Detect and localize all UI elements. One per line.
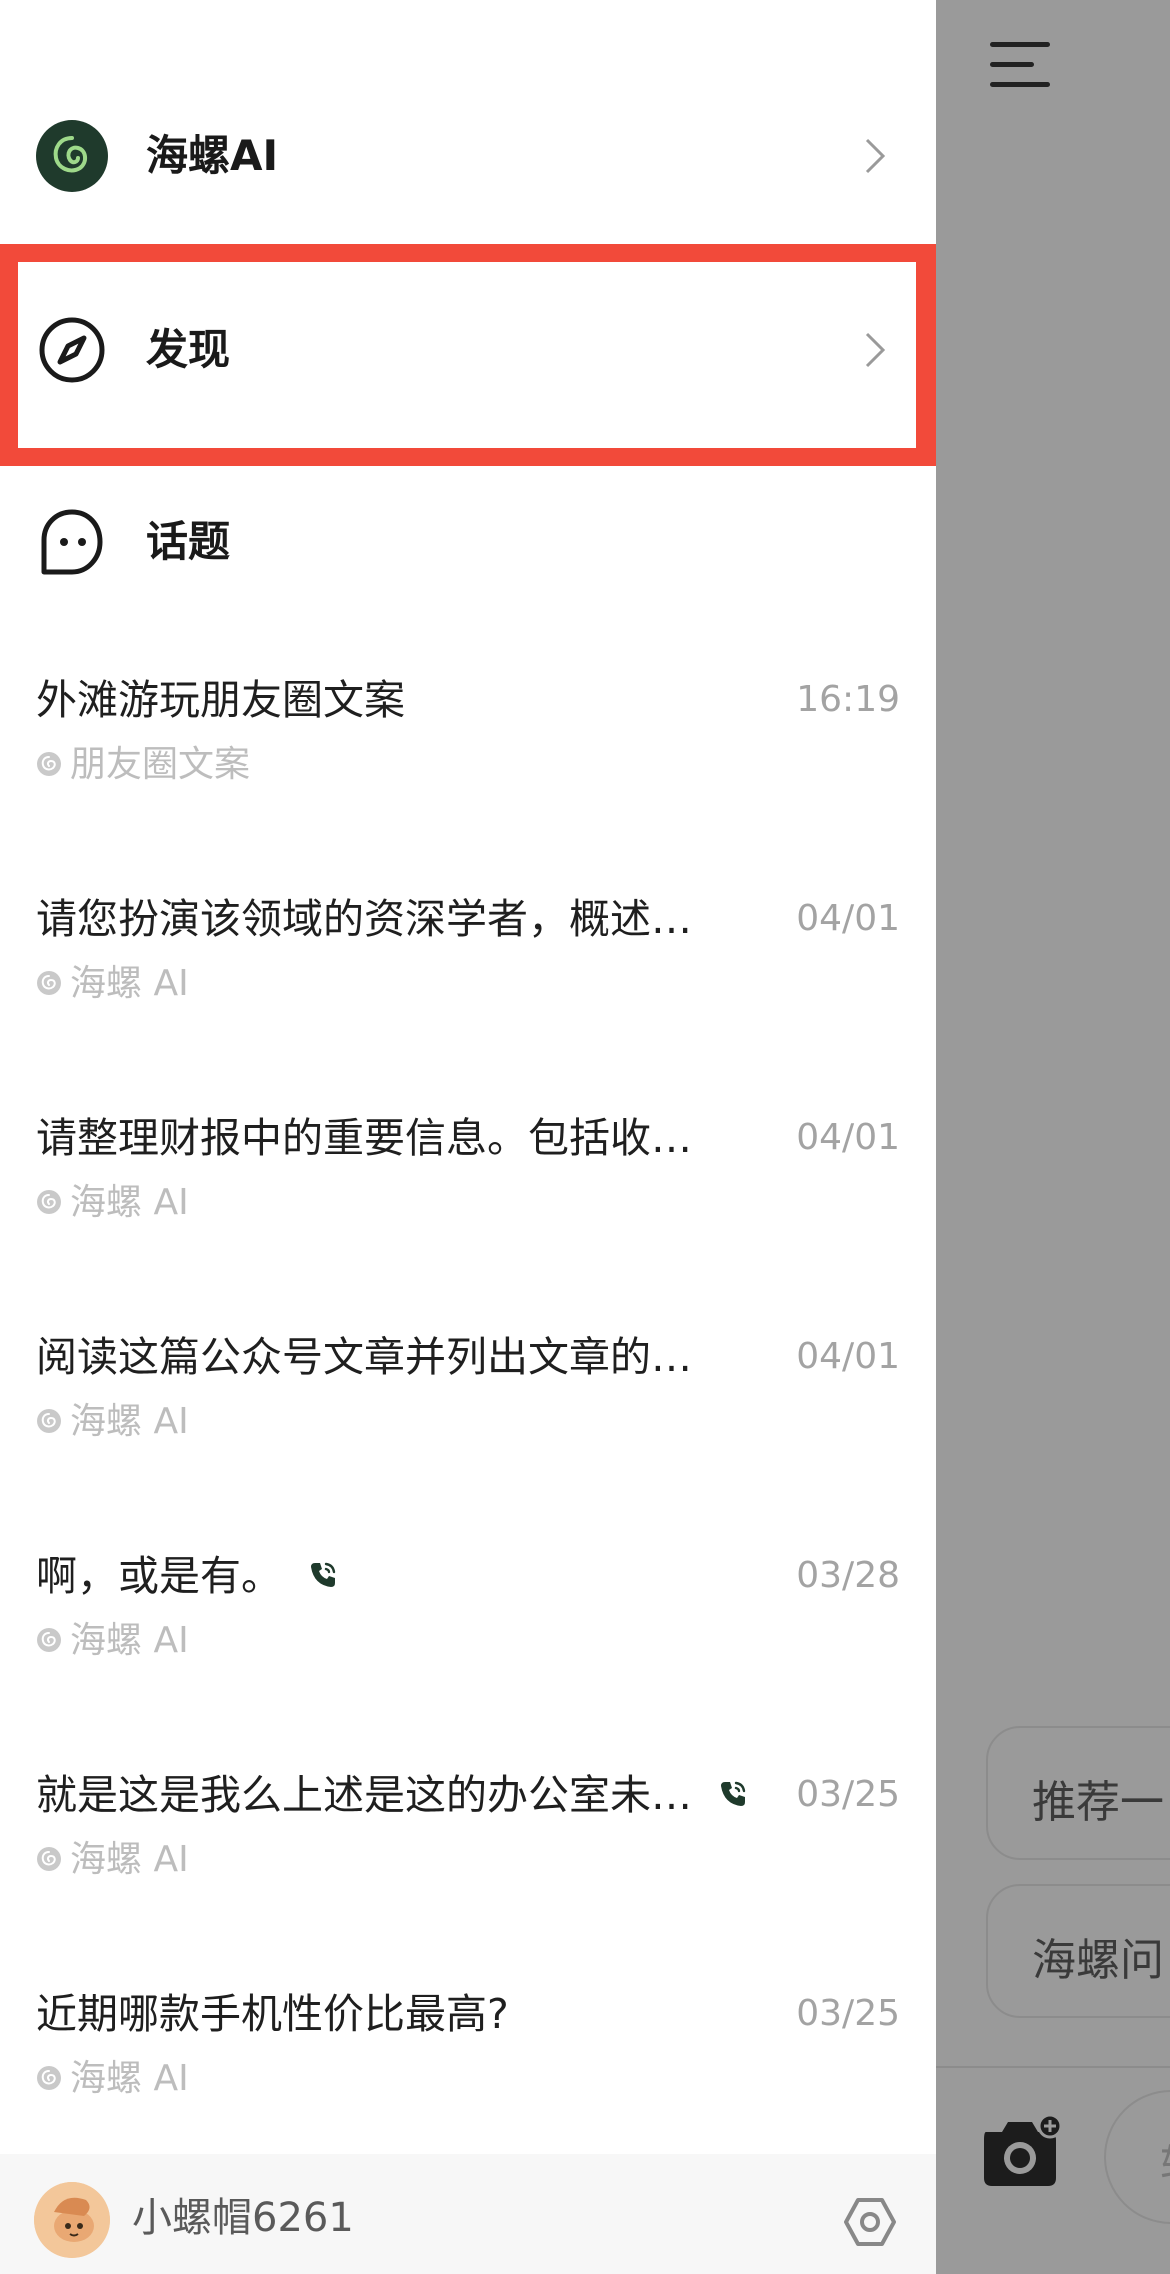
- avatar[interactable]: [34, 2182, 110, 2258]
- hailuo-small-icon: [37, 752, 61, 776]
- conversation-time: 03/25: [796, 1774, 900, 1815]
- conversation-item[interactable]: 就是这是我么上述是这的办公室未… 03/25 海螺 AI: [0, 1767, 936, 1967]
- camera-icon[interactable]: [978, 2114, 1062, 2188]
- conversation-source: 海螺 AI: [36, 959, 189, 1009]
- nav-item-discover[interactable]: 发现: [0, 270, 936, 430]
- hailuo-small-icon: [37, 2066, 61, 2090]
- conversation-title-text: 近期哪款手机性价比最高?: [36, 1990, 509, 2038]
- suggestion-chip[interactable]: 推荐一: [986, 1726, 1170, 1860]
- conversation-source: 海螺 AI: [36, 2054, 189, 2104]
- nav-item-label: 海螺AI: [146, 131, 279, 180]
- conversation-title-text: 阅读这篇公众号文章并列出文章的…: [36, 1333, 692, 1381]
- conversation-item[interactable]: 啊，或是有。 03/28 海螺 AI: [0, 1548, 936, 1748]
- conversation-time: 04/01: [796, 1117, 900, 1158]
- username: 小螺帽6261: [132, 2195, 354, 2241]
- hailuo-small-icon: [37, 971, 61, 995]
- voice-call-icon: [721, 1781, 746, 1806]
- conversation-time: 03/25: [796, 1993, 900, 2034]
- conversation-source: 海螺 AI: [36, 1835, 189, 1885]
- conversation-source-label: 朋友圈文案: [70, 744, 251, 785]
- side-drawer: 海螺AI 发现 话题 外滩游玩朋友圈文案 16:19 朋友圈文案请您扮演该领域的资深…: [0, 0, 936, 2274]
- nav-item-label: 话题: [146, 517, 231, 566]
- chevron-right-icon: [865, 138, 886, 174]
- conversation-title: 外滩游玩朋友圈文案: [36, 672, 405, 728]
- conversation-time: 03/28: [796, 1555, 900, 1596]
- conversation-title-text: 请整理财报中的重要信息。包括收…: [36, 1114, 692, 1162]
- hailuo-small-icon: [37, 1409, 61, 1433]
- hailuo-small-icon: [37, 1190, 61, 1214]
- conversation-title: 请整理财报中的重要信息。包括收…: [36, 1110, 692, 1166]
- conversation-source: 海螺 AI: [36, 1178, 189, 1228]
- compass-icon: [39, 317, 105, 383]
- voice-call-icon: [311, 1562, 336, 1587]
- conversation-item[interactable]: 外滩游玩朋友圈文案 16:19 朋友圈文案: [0, 672, 936, 872]
- nav-item-label: 发现: [146, 325, 231, 374]
- conversation-time: 16:19: [796, 679, 900, 720]
- conversation-title-text: 请您扮演该领域的资深学者，概述…: [36, 895, 692, 943]
- message-input[interactable]: 转: [1104, 2090, 1170, 2224]
- conversation-source-label: 海螺 AI: [70, 1401, 189, 1442]
- hailuo-small-icon: [37, 1847, 61, 1871]
- conversation-source-label: 海螺 AI: [70, 1182, 189, 1223]
- conversation-title-text: 就是这是我么上述是这的办公室未…: [36, 1771, 692, 1819]
- conversation-title: 阅读这篇公众号文章并列出文章的…: [36, 1329, 692, 1385]
- suggestion-chip-label: 海螺问: [1032, 1935, 1164, 1986]
- user-footer: 小螺帽6261: [0, 2154, 936, 2274]
- hailuo-logo-icon: [36, 120, 108, 192]
- nav-item-hailuo-ai[interactable]: 海螺AI: [0, 76, 936, 236]
- conversation-source: 朋友圈文案: [36, 740, 250, 790]
- settings-icon[interactable]: [842, 2194, 898, 2250]
- conversation-title: 就是这是我么上述是这的办公室未…: [36, 1767, 748, 1823]
- message-input-placeholder: 转: [1160, 2130, 1170, 2194]
- suggestion-chip-label: 推荐一: [1032, 1777, 1164, 1828]
- conversation-source-label: 海螺 AI: [70, 963, 189, 1004]
- hailuo-small-icon: [37, 1628, 61, 1652]
- conversation-item[interactable]: 阅读这篇公众号文章并列出文章的… 04/01 海螺 AI: [0, 1329, 936, 1529]
- conversation-item[interactable]: 请整理财报中的重要信息。包括收… 04/01 海螺 AI: [0, 1110, 936, 1310]
- conversation-title: 啊，或是有。: [36, 1548, 338, 1604]
- conversation-source-label: 海螺 AI: [70, 1620, 189, 1661]
- menu-icon[interactable]: [990, 38, 1050, 94]
- chat-bubble-icon: [41, 509, 103, 575]
- conversation-title: 请您扮演该领域的资深学者，概述…: [36, 891, 692, 947]
- suggestion-chip[interactable]: 海螺问: [986, 1884, 1170, 2018]
- chevron-right-icon: [865, 332, 886, 368]
- conversation-title-text: 啊，或是有。: [36, 1552, 282, 1600]
- conversation-source-label: 海螺 AI: [70, 1839, 189, 1880]
- nav-item-topics[interactable]: 话题: [0, 462, 936, 622]
- divider: [936, 2066, 1170, 2068]
- conversation-title-text: 外滩游玩朋友圈文案: [36, 676, 405, 724]
- conversation-time: 04/01: [796, 898, 900, 939]
- conversation-time: 04/01: [796, 1336, 900, 1377]
- conversation-item[interactable]: 请您扮演该领域的资深学者，概述… 04/01 海螺 AI: [0, 891, 936, 1091]
- conversation-source: 海螺 AI: [36, 1616, 189, 1666]
- background-app: 推荐一 海螺问 转: [936, 0, 1170, 2274]
- conversation-title: 近期哪款手机性价比最高?: [36, 1986, 509, 2042]
- conversation-source-label: 海螺 AI: [70, 2058, 189, 2099]
- conversation-source: 海螺 AI: [36, 1397, 189, 1447]
- snail-avatar-icon: [34, 2182, 110, 2258]
